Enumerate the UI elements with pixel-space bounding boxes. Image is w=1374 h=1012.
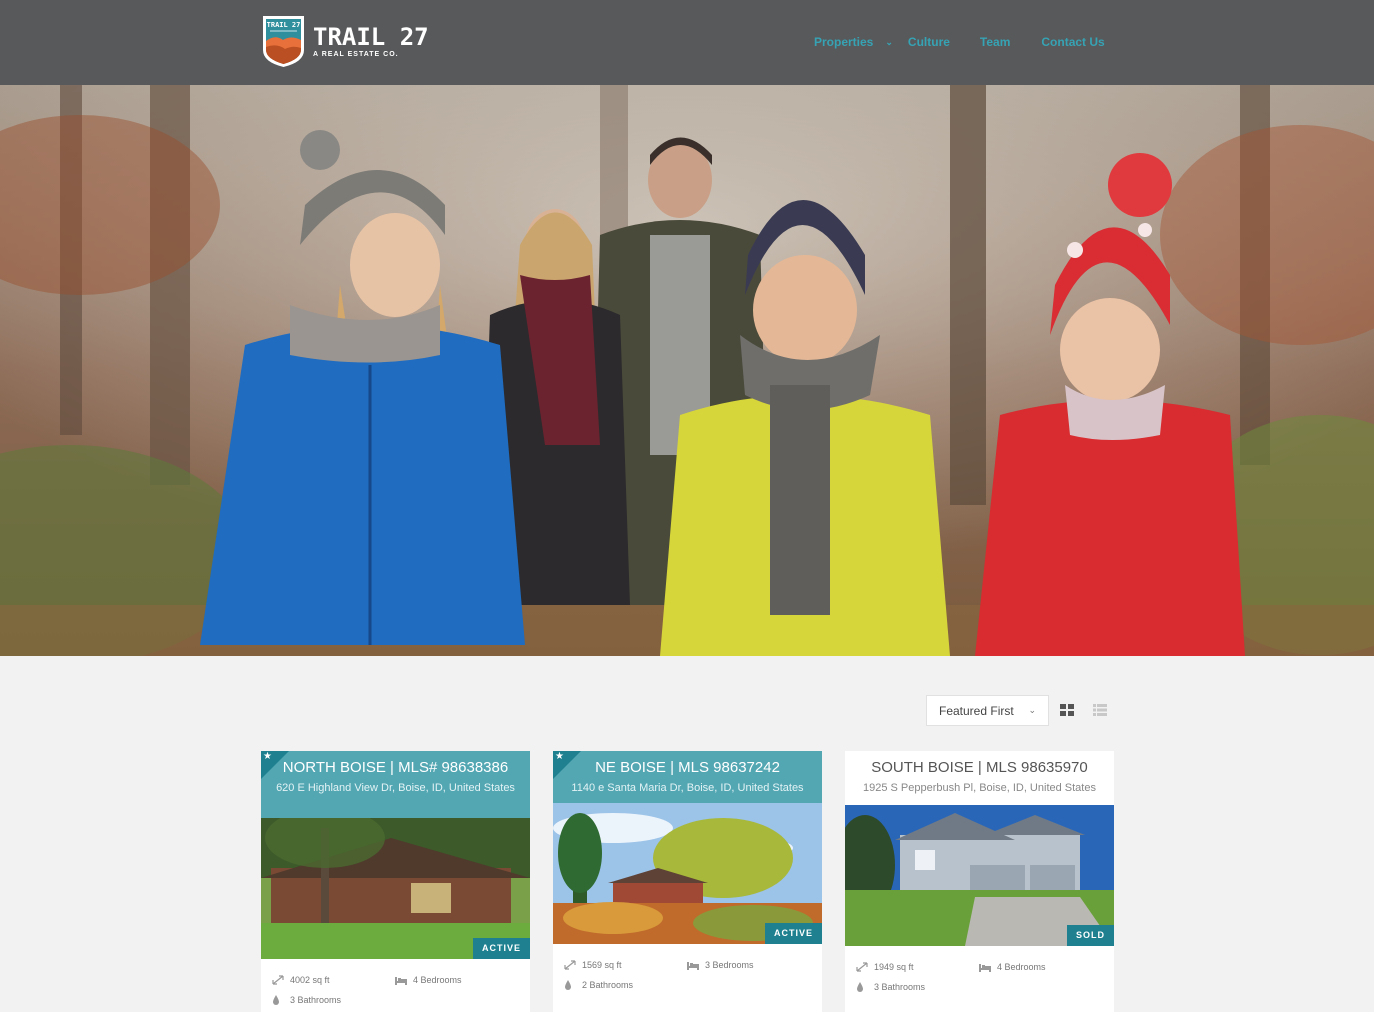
logo-tagline: A REAL ESTATE CO. [313,50,399,58]
status-badge: ACTIVE [472,938,530,959]
star-icon: ★ [555,751,564,762]
listing-details: 4002 sq ft 4 Bedrooms 3 Bathrooms [261,959,530,1012]
list-view-icon[interactable] [1093,703,1107,717]
listing-title[interactable]: NE BOISE | MLS 98637242 [563,759,812,777]
listing-address: 620 E Highland View Dr, Boise, ID, Unite… [276,782,515,794]
listing-sqft: 1949 sq ft [874,962,914,972]
listing-bedrooms: 4 Bedrooms [413,975,462,985]
status-badge: ACTIVE [764,923,822,944]
logo-badge-text: TRAIL 27 [267,21,301,29]
star-icon: ★ [263,751,272,762]
status-badge: SOLD [1066,925,1114,946]
bed-icon [979,964,991,972]
listing-address: 1925 S Pepperbush Pl, Boise, ID, United … [863,782,1096,794]
site-logo[interactable]: TRAIL 27 TRAIL 27 A REAL ESTATE CO. [261,14,429,69]
listing-bedrooms: 3 Bedrooms [705,960,754,970]
listing-sqft: 4002 sq ft [290,975,330,985]
listing-bathrooms: 2 Bathrooms [582,980,634,990]
chevron-down-icon: ⌄ [1028,705,1036,715]
site-header: TRAIL 27 TRAIL 27 A REAL ESTATE CO. Prop… [0,0,1374,85]
nav-item-properties[interactable]: Properties [814,35,873,49]
water-drop-icon [857,982,863,992]
listing-header[interactable]: ★ NE BOISE | MLS 98637242 1140 e Santa M… [553,751,822,803]
listing-bedrooms: 4 Bedrooms [997,962,1046,972]
bed-icon [395,977,407,985]
nav-item-culture[interactable]: Culture [908,35,950,49]
listing-details: 1949 sq ft 4 Bedrooms 3 Bathrooms [845,946,1114,1006]
logo-name: TRAIL 27 [313,22,429,51]
listing-header[interactable]: SOUTH BOISE | MLS 98635970 1925 S Pepper… [845,751,1114,805]
bed-icon [687,962,699,970]
water-drop-icon [273,995,279,1005]
expand-arrows-icon [272,975,284,985]
listing-address: 1140 e Santa Maria Dr, Boise, ID, United… [571,782,804,794]
water-drop-icon [565,980,571,990]
listing-card[interactable]: ★ NORTH BOISE | MLS# 98638386 620 E High… [261,751,530,1012]
listing-card[interactable]: ★ NE BOISE | MLS 98637242 1140 e Santa M… [553,751,822,1012]
hero-image [0,85,1374,656]
logo-badge-icon: TRAIL 27 [263,16,304,67]
listing-header[interactable]: ★ NORTH BOISE | MLS# 98638386 620 E High… [261,751,530,818]
listing-title[interactable]: NORTH BOISE | MLS# 98638386 [271,759,520,777]
chevron-down-icon[interactable]: ⌄ [885,37,893,48]
listing-sqft: 1569 sq ft [582,960,622,970]
nav-item-team[interactable]: Team [980,35,1010,49]
listing-bathrooms: 3 Bathrooms [290,995,342,1005]
listing-details: 1569 sq ft 3 Bedrooms 2 Bathrooms [553,944,822,1004]
sort-select[interactable]: Featured First ⌄ [926,695,1049,726]
listing-photo[interactable]: SOLD [845,805,1114,946]
listing-card[interactable]: SOUTH BOISE | MLS 98635970 1925 S Pepper… [845,751,1114,1012]
listing-bathrooms: 3 Bathrooms [874,982,926,992]
grid-view-icon[interactable] [1060,703,1074,717]
listing-photo[interactable]: ACTIVE [553,803,822,944]
expand-arrows-icon [856,962,868,972]
expand-arrows-icon [564,960,576,970]
main-nav: Properties ⌄ Culture Team Contact Us [814,35,1105,49]
listing-title[interactable]: SOUTH BOISE | MLS 98635970 [855,759,1104,777]
listing-photo[interactable]: ACTIVE [261,818,530,959]
sort-select-value: Featured First [939,703,1014,718]
nav-item-contact-us[interactable]: Contact Us [1041,35,1104,49]
